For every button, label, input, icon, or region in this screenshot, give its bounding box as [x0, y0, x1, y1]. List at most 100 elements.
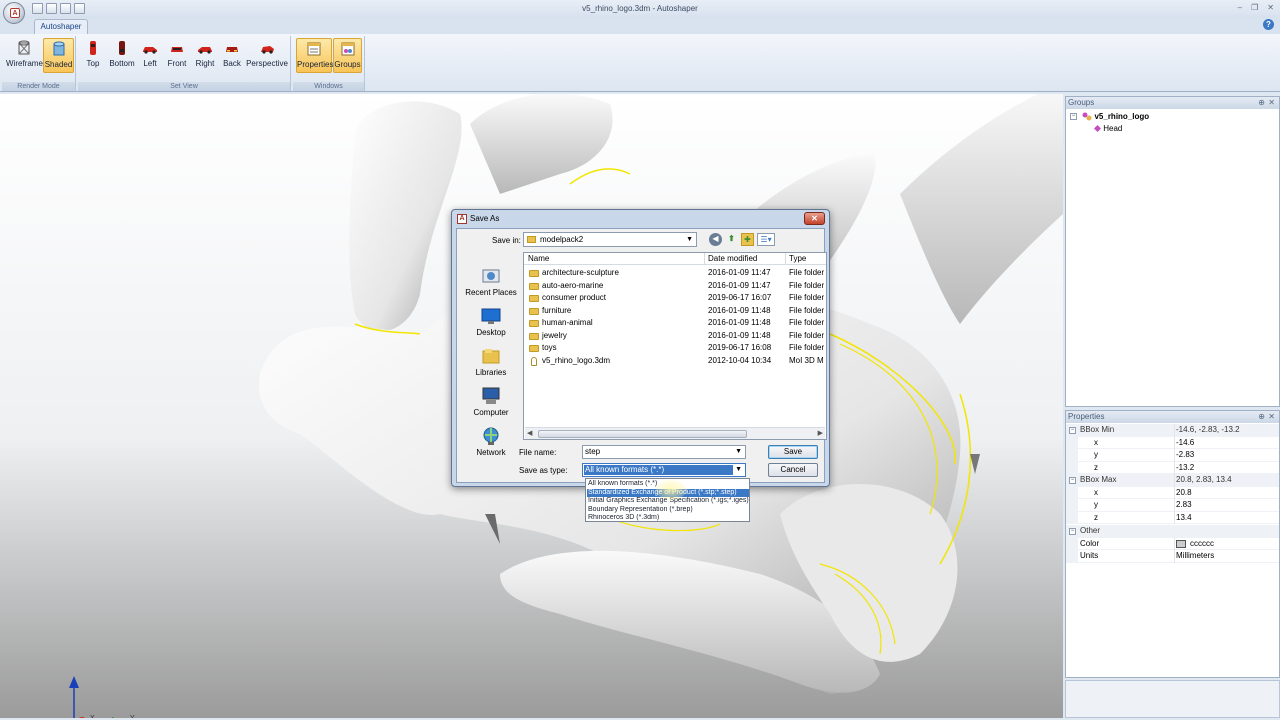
car-top-icon [90, 41, 96, 55]
view-back-button[interactable]: Back [220, 38, 244, 73]
place-computer[interactable]: Computer [460, 386, 522, 417]
view-left-button[interactable]: Left [138, 38, 162, 73]
folder-icon [529, 270, 539, 277]
chevron-down-icon[interactable]: ▼ [735, 464, 742, 476]
scrollbar-thumb[interactable] [538, 430, 747, 438]
tree-item-root[interactable]: − v5_rhino_logo [1070, 112, 1149, 121]
file-row[interactable]: furniture 2016-01-09 11:48 File folder [524, 305, 826, 318]
horizontal-scrollbar[interactable]: ◀ ▶ [525, 427, 825, 439]
save-type-option[interactable]: Standardized Exchange of Product (*.stp;… [587, 488, 749, 497]
prop-bbox-min-x[interactable]: x -14.6 [1066, 436, 1279, 449]
back-icon[interactable]: ◀ [709, 233, 722, 246]
color-value[interactable]: cccccc [1176, 538, 1214, 550]
properties-window-label: Properties [297, 60, 334, 69]
axis-x-label: X [90, 715, 95, 718]
column-date-header[interactable]: Date modified [708, 253, 757, 265]
car-bottom-icon [119, 41, 125, 55]
place-recent-places[interactable]: Recent Places [460, 266, 522, 297]
file-row[interactable]: auto-aero-marine 2016-01-09 11:47 File fol… [524, 280, 826, 293]
wireframe-button[interactable]: Wireframe [6, 38, 43, 73]
up-folder-icon[interactable]: ⬆ [725, 233, 738, 246]
view-perspective-button[interactable]: Perspective [246, 38, 288, 73]
file-name-label: File name: [519, 448, 557, 457]
save-type-option[interactable]: Initial Graphics Exchange Specification … [587, 497, 749, 506]
file-list[interactable]: Name Date modified Type architecture-scu… [523, 252, 827, 440]
maximize-button[interactable]: ❐ [1251, 3, 1258, 12]
prop-color[interactable]: Color cccccc [1066, 537, 1279, 550]
save-type-option[interactable]: Rhinoceros 3D (*.3dm) [587, 514, 749, 523]
tab-autoshaper[interactable]: Autoshaper [34, 19, 88, 34]
file-name-input[interactable]: step ▼ [582, 445, 746, 459]
file-row[interactable]: jewelry 2016-01-09 11:48 File folder [524, 330, 826, 343]
app-logo-icon: A [457, 214, 467, 224]
help-icon[interactable]: ? [1263, 19, 1274, 30]
prop-bbox-max-y[interactable]: y 2.83 [1066, 499, 1279, 512]
view-right-button[interactable]: Right [192, 38, 218, 73]
file-row[interactable]: human-animal 2016-01-09 11:48 File folder [524, 317, 826, 330]
pin-icon[interactable]: ⊕ [1258, 97, 1265, 109]
prop-bbox-max-z[interactable]: z 13.4 [1066, 511, 1279, 524]
view-front-button[interactable]: Front [164, 38, 190, 73]
dialog-title: Save As [470, 214, 500, 223]
place-network[interactable]: Network [460, 426, 522, 457]
close-icon[interactable]: ✕ [1268, 411, 1275, 423]
desktop-icon [481, 308, 501, 324]
car-back-icon [226, 47, 238, 52]
properties-pane-header: Properties ⊕ ✕ [1066, 411, 1279, 423]
save-in-dropdown[interactable]: modelpack2 ▼ [523, 232, 697, 247]
save-type-value: All known formats (*.*) [584, 465, 733, 475]
file-name-value: step [585, 447, 601, 456]
prop-bbox-min[interactable]: − BBox Min -14.6, -2.83, -13.2 [1066, 424, 1279, 437]
prop-bbox-max[interactable]: − BBox Max 20.8, 2.83, 13.4 [1066, 474, 1279, 487]
view-top-button[interactable]: Top [81, 38, 105, 73]
place-libraries[interactable]: Libraries [460, 346, 522, 377]
group-icon [1082, 112, 1092, 121]
file-row[interactable]: architecture-sculpture 2016-01-09 11:47 Fi… [524, 267, 826, 280]
scroll-left-icon[interactable]: ◀ [527, 429, 532, 437]
collapse-icon[interactable]: − [1070, 113, 1077, 121]
wireframe-label: Wireframe [6, 59, 43, 68]
pin-icon[interactable]: ⊕ [1258, 411, 1265, 423]
view-right-label: Right [195, 59, 215, 68]
title-bar: A v5_rhino_logo.3dm - Autoshaper – ❐ ✕ [0, 0, 1280, 24]
close-icon[interactable]: ✕ [1268, 97, 1275, 109]
save-type-option[interactable]: All known formats (*.*) [587, 480, 749, 489]
windows-group: Properties Groups Windows [293, 36, 365, 91]
dialog-title-bar: A Save As ✕ [452, 210, 829, 228]
save-button[interactable]: Save [768, 445, 818, 459]
column-type-header[interactable]: Type [789, 253, 806, 265]
app-menu-button[interactable]: A [3, 2, 25, 24]
prop-bbox-min-z[interactable]: z -13.2 [1066, 461, 1279, 474]
save-type-dropdown[interactable]: All known formats (*.*) ▼ [582, 463, 746, 477]
shaded-button[interactable]: Shaded [43, 38, 74, 73]
collapse-icon[interactable]: − [1069, 427, 1076, 434]
chevron-down-icon[interactable]: ▼ [686, 233, 693, 246]
scroll-right-icon[interactable]: ▶ [818, 429, 823, 437]
ribbon: Wireframe Shaded Render Mode Top Bottom … [0, 34, 1280, 92]
prop-units[interactable]: Units Millimeters [1066, 550, 1279, 563]
collapse-icon[interactable]: − [1069, 477, 1076, 484]
new-folder-icon[interactable]: ✚ [741, 233, 754, 246]
view-bottom-button[interactable]: Bottom [107, 38, 137, 73]
view-menu-icon[interactable]: ☰▾ [757, 233, 775, 246]
file-row[interactable]: consumer product 2019-06-17 16:07 File fol… [524, 292, 826, 305]
render-mode-group-label: Render Mode [2, 82, 75, 91]
prop-category-other[interactable]: − Other [1066, 525, 1279, 538]
chevron-down-icon[interactable]: ▼ [735, 446, 742, 458]
place-desktop[interactable]: Desktop [460, 306, 522, 337]
column-name-header[interactable]: Name [528, 253, 549, 265]
groups-window-button[interactable]: Groups [333, 38, 362, 73]
prop-bbox-min-y[interactable]: y -2.83 [1066, 449, 1279, 462]
file-row[interactable]: toys 2019-06-17 16:08 File folder [524, 342, 826, 355]
dialog-close-button[interactable]: ✕ [804, 212, 825, 225]
properties-window-button[interactable]: Properties [296, 38, 334, 73]
tree-head-label: Head [1103, 124, 1123, 133]
tree-item-head[interactable]: Head [1094, 124, 1122, 133]
prop-bbox-max-x[interactable]: x 20.8 [1066, 486, 1279, 499]
cancel-button[interactable]: Cancel [768, 463, 818, 477]
save-type-option[interactable]: Boundary Representation (*.brep) [587, 506, 749, 515]
collapse-icon[interactable]: − [1069, 528, 1076, 535]
file-row[interactable]: v5_rhino_logo.3dm 2012-10-04 10:34 MoI 3D … [524, 355, 826, 368]
close-window-button[interactable]: ✕ [1267, 3, 1274, 12]
minimize-button[interactable]: – [1238, 3, 1242, 12]
